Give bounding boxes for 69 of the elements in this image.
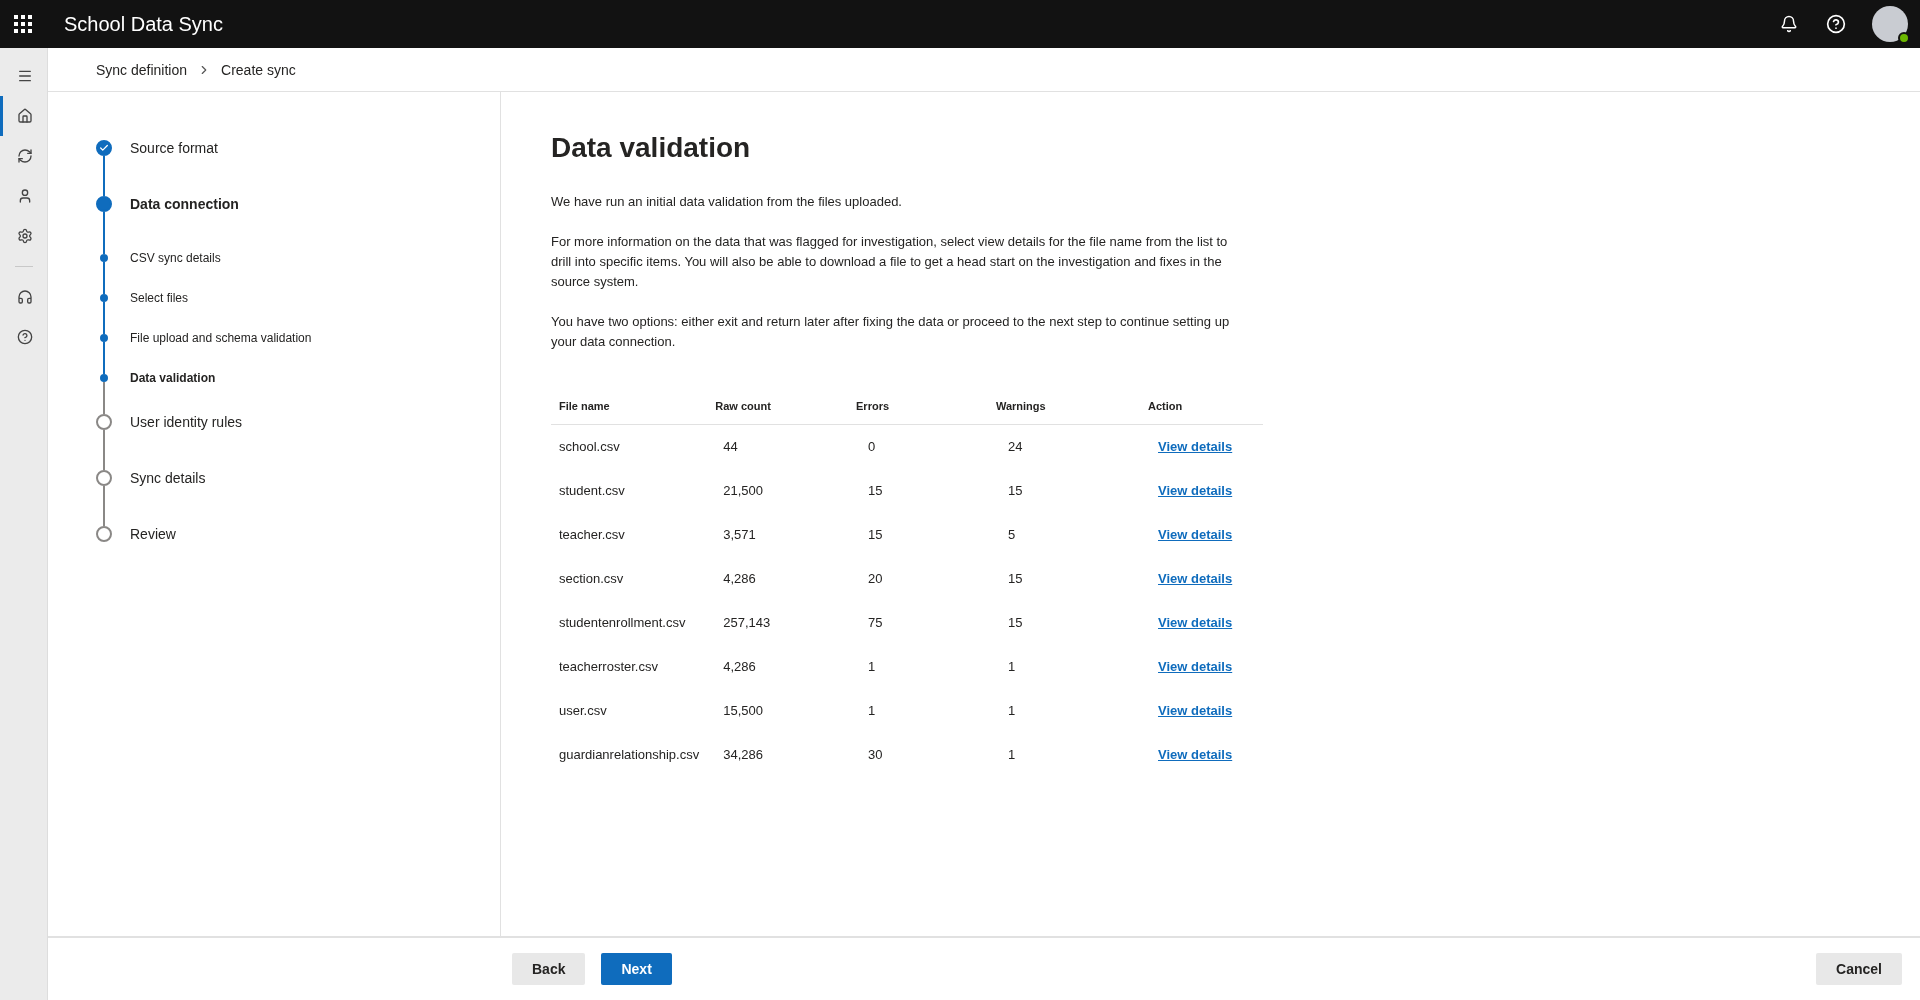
app-launcher-icon[interactable] — [14, 15, 32, 33]
table-cell: school.csv — [559, 439, 620, 455]
back-button[interactable]: Back — [512, 953, 586, 985]
table-cell: 1 — [868, 659, 876, 674]
app-title: School Data Sync — [64, 12, 224, 36]
table-cell: teacherroster.csv — [559, 659, 658, 674]
substep-label[interactable]: Select files — [130, 290, 189, 306]
page-title: Data validation — [551, 132, 752, 164]
substep-label[interactable]: CSV sync details — [130, 250, 221, 266]
step-label[interactable]: Source format — [130, 140, 218, 156]
table-cell: 4,286 — [723, 571, 756, 586]
table-cell: 1 — [868, 703, 876, 718]
help-icon[interactable] — [1826, 14, 1846, 34]
notification-icon[interactable] — [1780, 15, 1798, 33]
column-header: File name — [551, 400, 708, 425]
table-cell: guardianrelationship.csv — [559, 747, 700, 762]
table-cell: section.csv — [559, 571, 624, 586]
column-header: Action — [1140, 400, 1263, 425]
table-cell: user.csv — [559, 703, 607, 718]
table-cell: 20 — [868, 571, 883, 586]
view-details-link[interactable]: View details — [1158, 439, 1233, 455]
user-avatar[interactable] — [1872, 6, 1908, 42]
table-cell: 15 — [1007, 483, 1023, 498]
view-details-link[interactable]: View details — [1158, 571, 1233, 586]
presence-dot — [1898, 32, 1910, 44]
table-cell: 1 — [1007, 659, 1016, 674]
table-cell: 15 — [868, 527, 883, 542]
table-cell: 15,500 — [723, 703, 763, 718]
next-button[interactable]: Next — [601, 953, 672, 985]
table-cell: 30 — [868, 747, 883, 762]
description-text: You have two options: either exit and return later after fixing the data or proceed to the next step to continue setting up your data connection. — [551, 313, 1231, 351]
table-cell: 4,286 — [723, 659, 756, 674]
substep-label[interactable]: Data validation — [130, 370, 216, 386]
table-cell: 21,500 — [723, 483, 763, 498]
table-cell: 34,286 — [723, 747, 763, 762]
table-cell: 15 — [1007, 571, 1023, 586]
table-cell: 1 — [1007, 747, 1016, 762]
step-label[interactable]: Data connection — [130, 196, 239, 212]
description-text: For more information on the data that was flagged for investigation, select view details for the file name from the list to drill into specific items. You will also be able to download a file to get a head start on the investigation and fixes in the source system. — [551, 233, 1229, 291]
table-cell: 15 — [868, 483, 883, 498]
column-header: Errors — [848, 400, 988, 425]
description-text: We have run an initial data validation from the files uploaded. — [551, 193, 903, 211]
breadcrumb-item[interactable]: Create sync — [221, 61, 296, 78]
view-details-link[interactable]: View details — [1158, 703, 1233, 718]
step-label[interactable]: Review — [130, 526, 176, 542]
step-label[interactable]: User identity rules — [130, 414, 243, 430]
table-cell: student.csv — [559, 483, 625, 498]
view-details-link[interactable]: View details — [1158, 659, 1233, 674]
table-cell: 5 — [1007, 527, 1016, 542]
cancel-button[interactable]: Cancel — [1816, 953, 1902, 985]
view-details-link[interactable]: View details — [1158, 747, 1233, 762]
view-details-link[interactable]: View details — [1158, 527, 1233, 542]
table-cell: 15 — [1007, 615, 1023, 630]
table-cell: studentenrollment.csv — [559, 615, 686, 630]
table-cell: 1 — [1007, 703, 1016, 718]
column-header: Warnings — [987, 400, 1140, 425]
table-cell: 44 — [723, 439, 738, 455]
table-cell: teacher.csv — [559, 527, 625, 542]
table-cell: 75 — [868, 615, 883, 630]
table-cell: 3,571 — [723, 527, 756, 542]
view-details-link[interactable]: View details — [1158, 615, 1233, 630]
table-cell: 0 — [868, 439, 876, 455]
column-header: Raw count — [707, 400, 849, 425]
view-details-link[interactable]: View details — [1158, 483, 1233, 498]
step-label[interactable]: Sync details — [130, 470, 206, 486]
breadcrumb-item[interactable]: Sync definition — [96, 61, 188, 78]
table-cell: 24 — [1007, 439, 1023, 455]
table-cell: 257,143 — [723, 615, 771, 630]
substep-label[interactable]: File upload and schema validation — [130, 330, 312, 346]
